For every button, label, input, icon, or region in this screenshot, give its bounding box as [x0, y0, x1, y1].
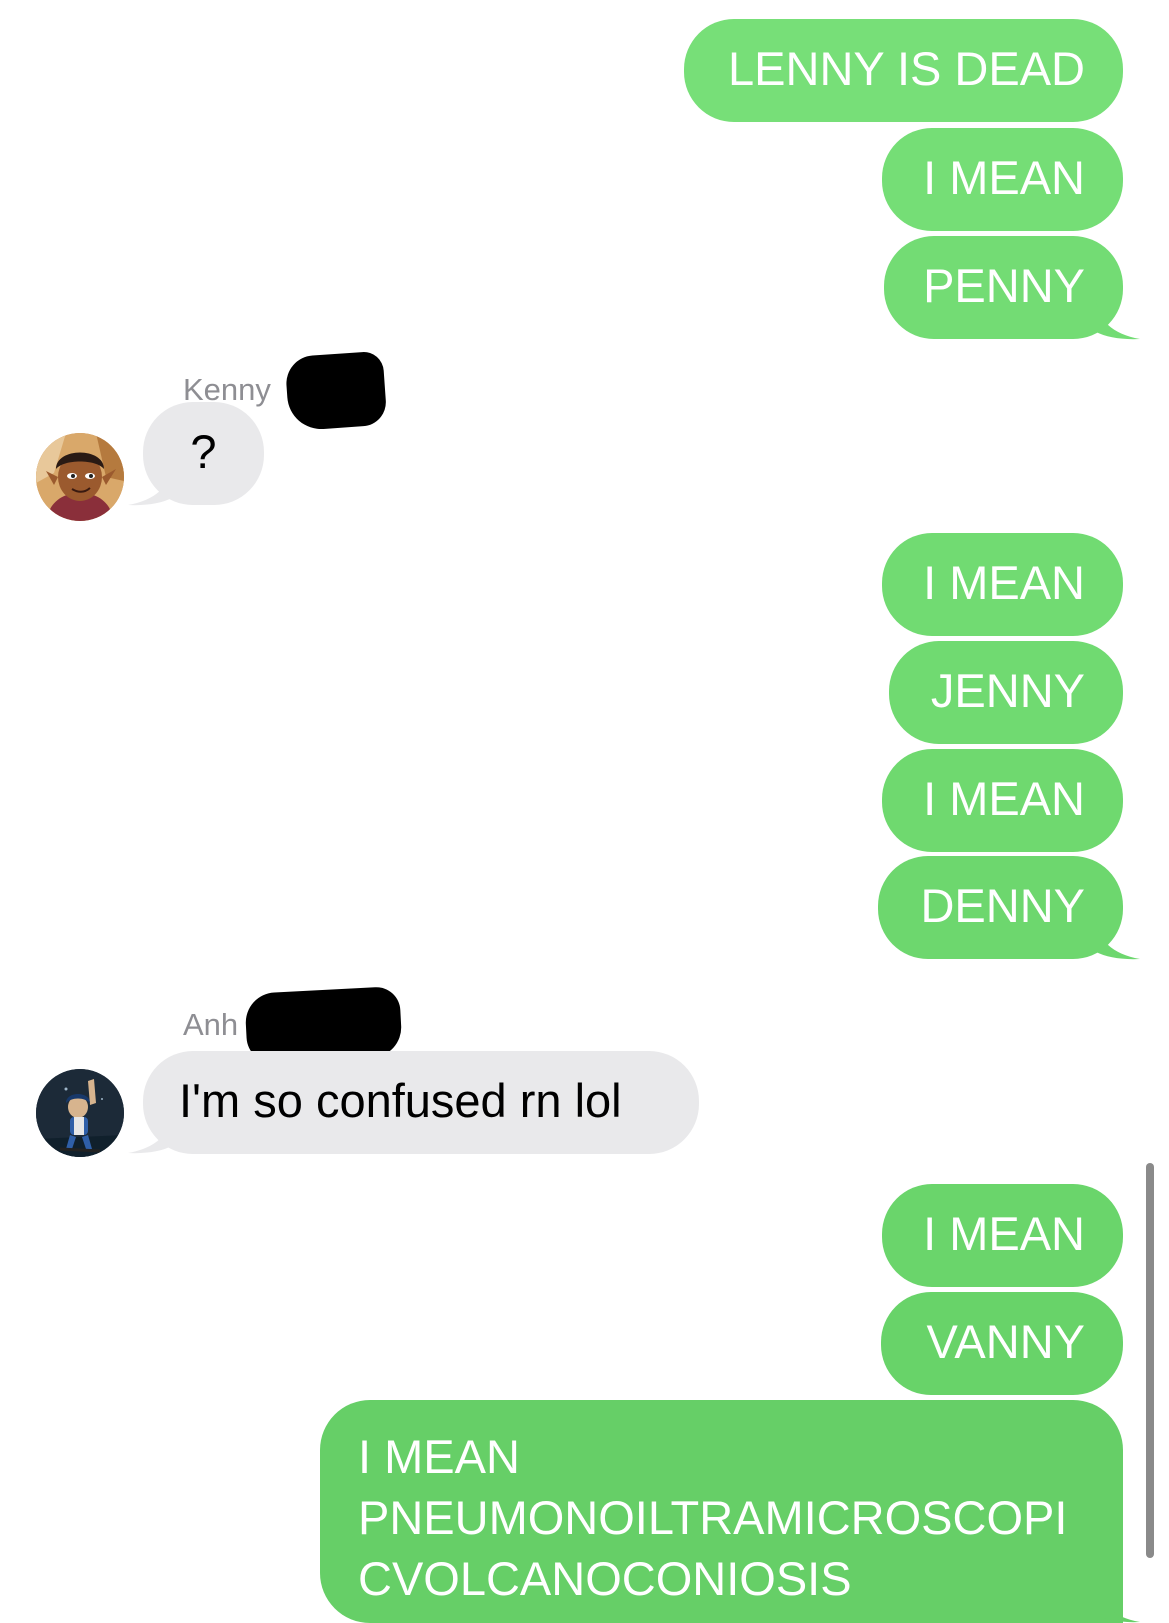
bubble-tail: [128, 1114, 172, 1154]
bubble-tail: [1096, 920, 1140, 960]
outgoing-message[interactable]: PENNY: [884, 236, 1123, 339]
cartoon-boy-avatar-icon: [36, 433, 124, 521]
message-line: I MEAN: [358, 1430, 520, 1483]
message-text: DENNY: [920, 879, 1085, 932]
redaction-mark: [284, 350, 388, 432]
anh-avatar[interactable]: [36, 1069, 124, 1157]
outgoing-message[interactable]: JENNY: [889, 641, 1123, 744]
outgoing-message[interactable]: LENNY IS DEAD: [684, 19, 1123, 122]
message-text: VANNY: [926, 1315, 1085, 1368]
incoming-message[interactable]: I'm so confused rn lol: [143, 1051, 699, 1154]
message-text: ?: [190, 425, 217, 478]
message-line: CVOLCANOCONIOSIS: [358, 1552, 852, 1605]
bubble-tail: [1096, 300, 1140, 340]
message-text: LENNY IS DEAD: [728, 42, 1085, 95]
message-text: I MEAN: [923, 1207, 1085, 1260]
scrollbar[interactable]: [1146, 1163, 1154, 1558]
message-text: I MEAN: [923, 772, 1085, 825]
bubble-tail: [1096, 1583, 1140, 1623]
message-text: I MEAN: [923, 556, 1085, 609]
kenny-avatar[interactable]: [36, 433, 124, 521]
message-text: PENNY: [923, 259, 1085, 312]
bubble-tail: [128, 466, 172, 506]
message-text: I'm so confused rn lol: [179, 1074, 622, 1127]
outgoing-message[interactable]: I MEAN PNEUMONOILTRAMICROSCOPI CVOLCANOC…: [320, 1400, 1123, 1623]
cartoon-girl-avatar-icon: [36, 1069, 124, 1157]
outgoing-message[interactable]: I MEAN: [882, 1184, 1123, 1287]
outgoing-message[interactable]: I MEAN: [882, 533, 1123, 636]
message-line: PNEUMONOILTRAMICROSCOPI: [358, 1491, 1068, 1544]
message-text: I MEAN: [923, 151, 1085, 204]
outgoing-message[interactable]: DENNY: [878, 856, 1123, 959]
outgoing-message[interactable]: VANNY: [881, 1292, 1123, 1395]
sender-label: Anh: [183, 1007, 239, 1042]
outgoing-message[interactable]: I MEAN: [882, 749, 1123, 852]
message-text: JENNY: [930, 664, 1085, 717]
outgoing-message[interactable]: I MEAN: [882, 128, 1123, 231]
